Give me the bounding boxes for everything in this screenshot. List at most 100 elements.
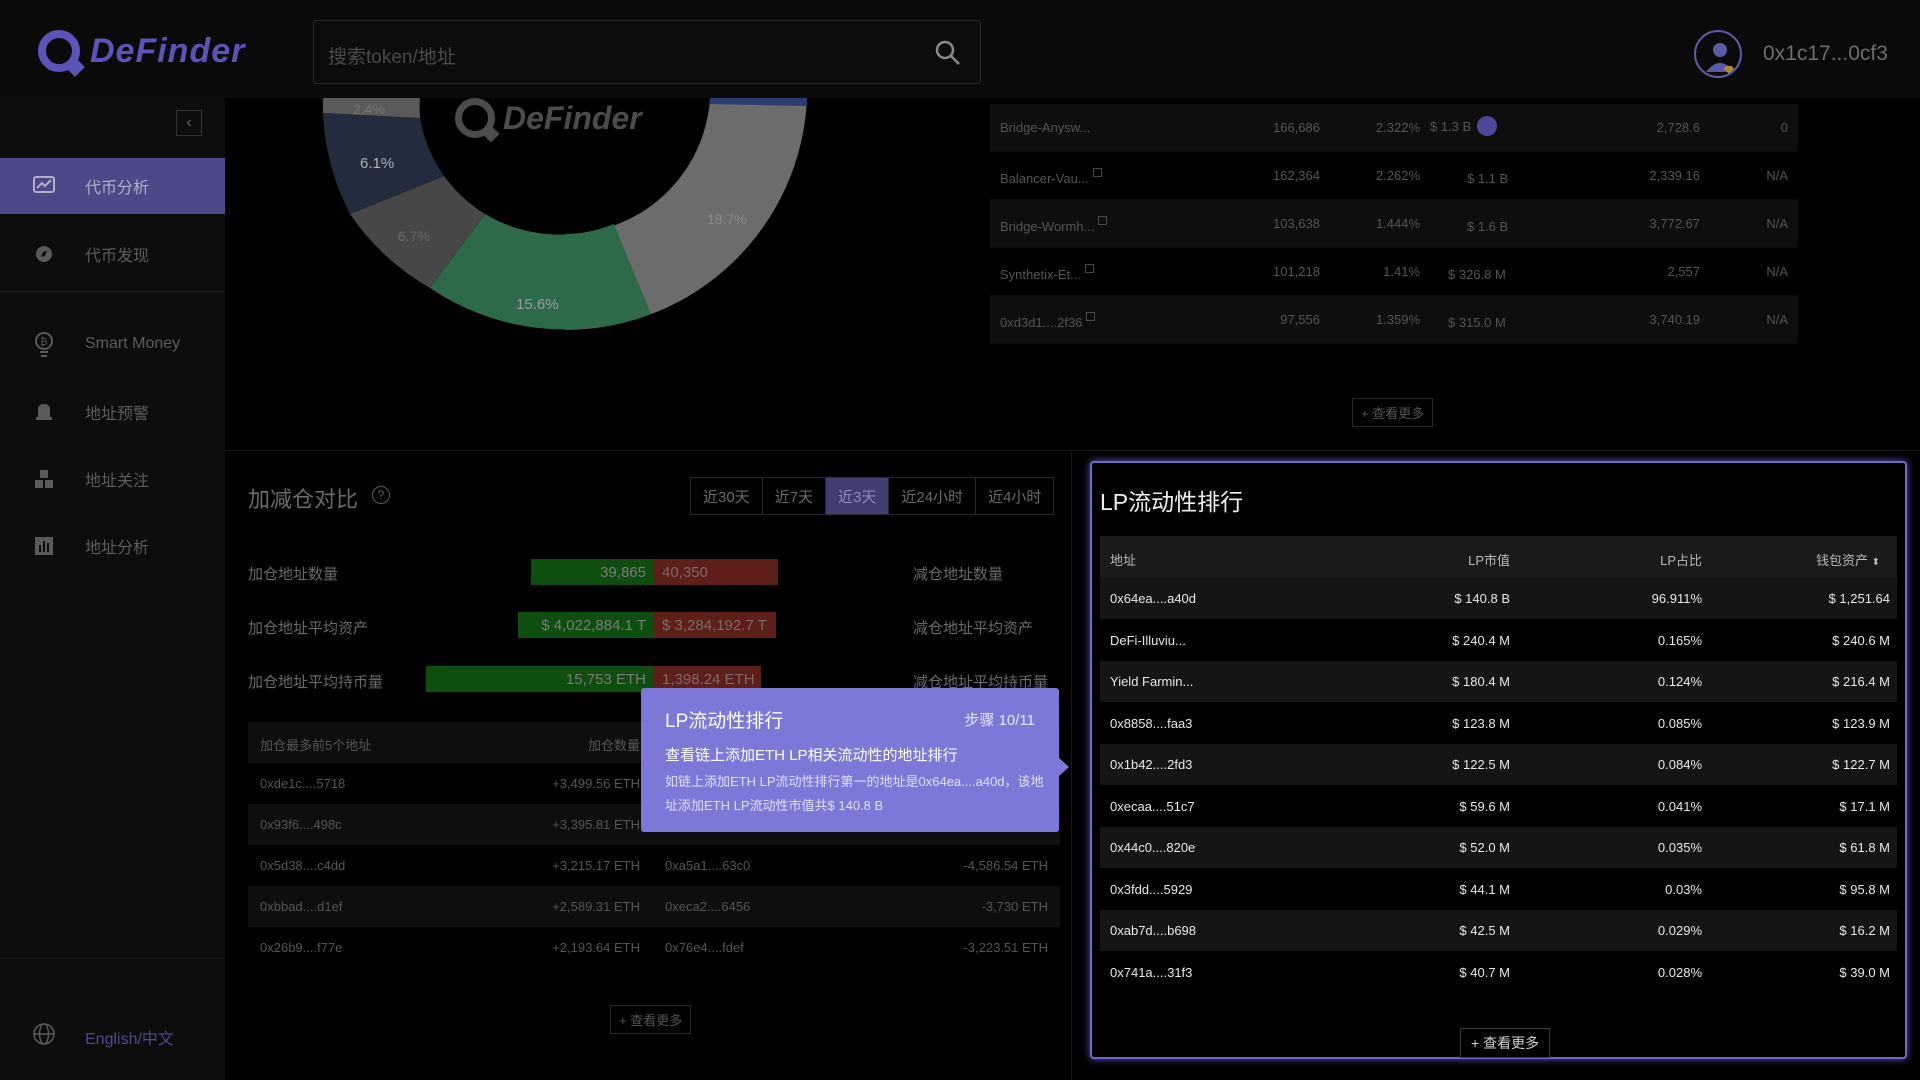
section-divider [225, 450, 1920, 451]
holder-name: Bridge-Anysw... [1000, 120, 1091, 135]
app-logo[interactable]: DeFinder [38, 30, 245, 72]
table-row[interactable]: 0x8858....faa3 $ 123.8 M 0.085% $ 123.9 M [1100, 703, 1897, 744]
copy-icon[interactable] [1092, 168, 1102, 177]
lp-wallet: $ 39.0 M [1839, 964, 1890, 980]
lp-wallet: $ 216.4 M [1832, 674, 1890, 689]
decrease-avg-asset-bar: $ 3,284,192.7 T [654, 612, 776, 638]
holder-value: $ 326.8 M [1448, 267, 1506, 282]
table-row[interactable]: 0xab7d....b698 $ 42.5 M 0.029% $ 16.2 M [1100, 910, 1897, 951]
holder-num: 2,728.6 [1656, 120, 1700, 135]
holder-name-text: Bridge-Wormh... [1000, 219, 1095, 234]
column-header-lp-value: LP市值 [1468, 553, 1510, 568]
table-row[interactable]: Yield Farmin... $ 180.4 M 0.124% $ 216.4 M [1100, 661, 1897, 702]
sidebar-item-token-analysis[interactable]: 代币分析 [0, 158, 225, 214]
help-icon[interactable]: ? [372, 486, 390, 504]
table-row[interactable]: 0x3fdd....5929 $ 44.1 M 0.03% $ 95.8 M [1100, 869, 1897, 910]
sidebar-item-address-analysis[interactable]: 地址分析 [0, 518, 225, 574]
lp-pct: 0.084% [1657, 757, 1702, 772]
lp-addr[interactable]: 0xecaa....51c7 [1110, 799, 1195, 814]
time-range-tabs: 近30天 近7天 近3天 近24小时 近4小时 [690, 477, 1055, 515]
amount: +3,499.56 ETH [552, 776, 640, 791]
lp-value: $ 59.6 M [1459, 798, 1510, 814]
donut-label: 6.7% [398, 228, 430, 244]
amount: -4,586.54 ETH [963, 858, 1048, 873]
view-more-holders-button[interactable]: + 查看更多 [1352, 398, 1434, 427]
tab-3d[interactable]: 近3天 [826, 478, 890, 514]
holder-name: Synthetix-Et... [1000, 264, 1094, 282]
column-header-wallet[interactable]: 钱包资产 ⬍ [1740, 550, 1880, 569]
holder-num: 3,740.19 [1649, 312, 1700, 327]
table-row[interactable]: Bridge-Anysw... 166,686 2.322% $ 1.3 B 2… [990, 104, 1798, 152]
lp-addr[interactable]: 0x8858....faa3 [1110, 716, 1192, 731]
lp-addr[interactable]: 0x64ea....a40d [1110, 591, 1196, 606]
sidebar-item-address-alert[interactable]: 地址预警 [0, 384, 225, 440]
view-more-lp-button[interactable]: + 查看更多 [1460, 1028, 1551, 1058]
table-row[interactable]: Balancer-Vau... 162,364 2.262% $ 1.1 B 2… [990, 152, 1798, 200]
lp-addr[interactable]: Yield Farmin... [1110, 674, 1193, 689]
collapse-sidebar-button[interactable]: ‹ [176, 110, 202, 136]
table-row[interactable]: 0x64ea....a40d $ 140.8 B 96.911% $ 1,251.64 [1100, 578, 1897, 619]
holder-pct: 1.444% [1375, 216, 1420, 231]
tab-30d[interactable]: 近30天 [691, 478, 763, 514]
holder-value: $ 1.3 B [1430, 119, 1472, 134]
table-row[interactable]: 0x5d38....c4dd +3,215.17 ETH 0xa5a1....6… [248, 845, 1060, 886]
table-row[interactable]: 0x44c0....820e $ 52.0 M 0.035% $ 61.8 M [1100, 827, 1897, 868]
lp-wallet: $ 61.8 M [1839, 840, 1890, 855]
sidebar-item-label: Smart Money [85, 335, 181, 352]
watermark-logo-icon [455, 98, 495, 138]
language-switch[interactable]: English/中文 [85, 1025, 174, 1049]
table-row[interactable]: 0x26b9....f77e +2,193.64 ETH 0x76e4....f… [248, 927, 1060, 968]
tab-4h[interactable]: 近4小时 [976, 478, 1053, 514]
sidebar-item-smart-money[interactable]: ₿ Smart Money [0, 316, 225, 372]
sidebar-item-address-follow[interactable]: 地址关注 [0, 451, 225, 507]
search-input[interactable]: 搜索token/地址 [313, 20, 981, 84]
lp-value: $ 42.5 M [1459, 923, 1510, 938]
holder-extra: N/A [1766, 168, 1788, 183]
lp-addr[interactable]: 0x44c0....820e [1110, 840, 1195, 855]
tooltip-subtitle: 查看链上添加ETH LP相关流动性的地址排行 [665, 747, 958, 764]
table-row[interactable]: 0xbbad....d1ef +2,589.31 ETH 0xeca2....6… [248, 886, 1060, 927]
decrease-count-bar: 40,350 [654, 559, 778, 585]
lp-value: $ 40.7 M [1459, 964, 1510, 980]
search-icon[interactable] [934, 39, 962, 67]
copy-icon[interactable] [1098, 216, 1108, 225]
sort-icon[interactable]: ⬍ [1872, 557, 1880, 568]
table-row[interactable]: Bridge-Wormh... 103,638 1.444% $ 1.6 B 3… [990, 200, 1798, 248]
user-avatar[interactable] [1694, 30, 1742, 78]
holder-name-text: 0xd3d1....2f36 [1000, 315, 1083, 330]
table-row[interactable]: 0x741a....31f3 $ 40.7 M 0.028% $ 39.0 M [1100, 952, 1897, 993]
sidebar-item-label: 地址预警 [85, 406, 150, 423]
sidebar-item-token-discovery[interactable]: 代币发现 [0, 226, 225, 282]
tab-7d[interactable]: 近7天 [763, 478, 827, 514]
amount: +3,215.17 ETH [552, 858, 640, 873]
lp-value: $ 52.0 M [1459, 840, 1510, 855]
table-row[interactable]: 0xd3d1....2f36 97,556 1.359% $ 315.0 M 3… [990, 296, 1798, 344]
lp-addr[interactable]: 0x1b42....2fd3 [1110, 757, 1192, 772]
table-row[interactable]: DeFi-Illuviu... $ 240.4 M 0.165% $ 240.6 M [1100, 620, 1897, 661]
address: 0xa5a1....63c0 [665, 858, 751, 873]
top-header: DeFinder 搜索token/地址 0x1c17...0cf3 [0, 0, 1920, 98]
lp-value: $ 140.8 B [1454, 591, 1510, 606]
amount: +2,589.31 ETH [552, 899, 640, 914]
tab-24h[interactable]: 近24小时 [889, 478, 977, 514]
lp-addr[interactable]: 0x741a....31f3 [1110, 965, 1192, 980]
holder-num: 2,557 [1667, 264, 1700, 279]
copy-icon[interactable] [1084, 264, 1094, 273]
table-row[interactable]: 0xecaa....51c7 $ 59.6 M 0.041% $ 17.1 M [1100, 786, 1897, 827]
decrease-avg-asset-label: 减仓地址平均资产 [913, 620, 1034, 637]
table-row[interactable]: Synthetix-Et... 101,218 1.41% $ 326.8 M … [990, 248, 1798, 296]
lp-addr[interactable]: DeFi-Illuviu... [1110, 633, 1186, 648]
wallet-address[interactable]: 0x1c17...0cf3 [1763, 42, 1888, 66]
holder-count: 162,364 [1273, 168, 1320, 183]
lp-value: $ 180.4 M [1452, 674, 1510, 689]
logo-text: DeFinder [90, 31, 246, 70]
lp-pct: 0.03% [1665, 881, 1702, 897]
holder-name-text: Synthetix-Et... [1000, 267, 1081, 282]
lp-addr[interactable]: 0x3fdd....5929 [1110, 882, 1192, 897]
lp-addr[interactable]: 0xab7d....b698 [1110, 923, 1196, 938]
holder-extra: N/A [1766, 216, 1788, 231]
table-row[interactable]: 0x1b42....2fd3 $ 122.5 M 0.084% $ 122.7 M [1100, 744, 1897, 785]
view-more-compare-button[interactable]: + 查看更多 [610, 1005, 692, 1034]
copy-icon[interactable] [1086, 312, 1096, 321]
donut-label: 6.1% [360, 155, 394, 172]
